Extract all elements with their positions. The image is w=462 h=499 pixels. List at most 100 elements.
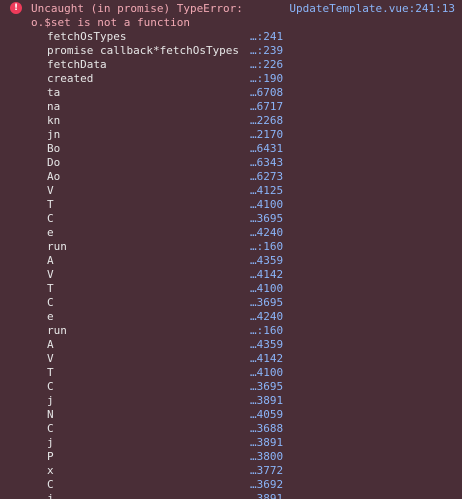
- stack-frame-location-link[interactable]: …:241: [250, 30, 283, 44]
- stack-frame-function: N: [47, 408, 54, 421]
- stack-frame-location-link[interactable]: …:160: [250, 240, 283, 254]
- stack-frame: T …4100: [0, 198, 462, 212]
- stack-frame-function: V: [47, 352, 54, 365]
- stack-frame: A …4359: [0, 338, 462, 352]
- stack-frame: x …3772: [0, 464, 462, 478]
- stack-frame-location-link[interactable]: …3800: [250, 450, 283, 464]
- stack-frame-function: A: [47, 254, 54, 267]
- stack-frame: V …4125: [0, 184, 462, 198]
- stack-frame: Bo …6431: [0, 142, 462, 156]
- stack-frame-location-link[interactable]: …6708: [250, 86, 283, 100]
- stack-frame-function: C: [47, 422, 54, 435]
- stack-frame-function: run: [47, 324, 67, 337]
- stack-frame: e …4240: [0, 226, 462, 240]
- stack-frame-function: C: [47, 380, 54, 393]
- stack-frame: ta …6708: [0, 86, 462, 100]
- stack-frame-location-link[interactable]: …3695: [250, 380, 283, 394]
- stack-frame: C …3692: [0, 478, 462, 492]
- error-icon: !: [10, 2, 22, 14]
- stack-frame-function: fetchData: [47, 58, 107, 71]
- stack-frame-function: kn: [47, 114, 61, 127]
- stack-frame: created …:190: [0, 72, 462, 86]
- stack-frame: N …4059: [0, 408, 462, 422]
- stack-frame-location-link[interactable]: …4100: [250, 282, 283, 296]
- stack-frame-location-link[interactable]: …6343: [250, 156, 283, 170]
- stack-frame-location-link[interactable]: …6273: [250, 170, 283, 184]
- stack-frame-location-link[interactable]: …:160: [250, 324, 283, 338]
- stack-frame: j …3891: [0, 394, 462, 408]
- stack-frame-location-link[interactable]: …3891: [250, 492, 283, 499]
- stack-frame-location-link[interactable]: …4240: [250, 310, 283, 324]
- stack-frame-location-link[interactable]: …2170: [250, 128, 283, 142]
- stack-frame-location-link[interactable]: …3688: [250, 422, 283, 436]
- stack-frame-location-link[interactable]: …3891: [250, 436, 283, 450]
- error-message-detail: o.$set is not a function: [31, 16, 190, 29]
- stack-frame: j …3891: [0, 436, 462, 450]
- stack-frame-function: T: [47, 366, 54, 379]
- stack-frame-location-link[interactable]: …4059: [250, 408, 283, 422]
- stack-frame: na …6717: [0, 100, 462, 114]
- stack-frame: C …3688: [0, 422, 462, 436]
- stack-frame: run …:160: [0, 240, 462, 254]
- stack-frame-function: T: [47, 198, 54, 211]
- stack-trace: fetchOsTypes …:241 promise callback*fetchO…: [0, 30, 462, 499]
- stack-frame: run …:160: [0, 324, 462, 338]
- stack-frame: V …4142: [0, 268, 462, 282]
- stack-frame-function: T: [47, 282, 54, 295]
- stack-frame-location-link[interactable]: …:226: [250, 58, 283, 72]
- error-message: Uncaught (in promise) TypeError:: [31, 2, 243, 15]
- stack-frame-function: Ao: [47, 170, 61, 183]
- stack-frame: kn …2268: [0, 114, 462, 128]
- stack-frame-location-link[interactable]: …3695: [250, 212, 283, 226]
- stack-frame-function: V: [47, 268, 54, 281]
- stack-frame-location-link[interactable]: …4359: [250, 254, 283, 268]
- stack-frame: T …4100: [0, 282, 462, 296]
- stack-frame-function: na: [47, 100, 61, 113]
- stack-frame-location-link[interactable]: …:190: [250, 72, 283, 86]
- stack-frame: T …4100: [0, 366, 462, 380]
- stack-frame-location-link[interactable]: …4125: [250, 184, 283, 198]
- stack-frame-function: e: [47, 310, 54, 323]
- stack-frame: fetchOsTypes …:241: [0, 30, 462, 44]
- stack-frame: C …3695: [0, 380, 462, 394]
- stack-frame-function: j: [47, 492, 54, 499]
- stack-frame-function: C: [47, 212, 54, 225]
- stack-frame-location-link[interactable]: …3695: [250, 296, 283, 310]
- console-error-entry: ! Uncaught (in promise) TypeError: o.$se…: [0, 0, 462, 499]
- stack-frame-function: C: [47, 296, 54, 309]
- stack-frame: A …4359: [0, 254, 462, 268]
- stack-frame-function: run: [47, 240, 67, 253]
- stack-frame: Ao …6273: [0, 170, 462, 184]
- stack-frame: Do …6343: [0, 156, 462, 170]
- stack-frame-function: A: [47, 338, 54, 351]
- stack-frame: V …4142: [0, 352, 462, 366]
- stack-frame-location-link[interactable]: …3891: [250, 394, 283, 408]
- stack-frame-location-link[interactable]: …3692: [250, 478, 283, 492]
- stack-frame: jn …2170: [0, 128, 462, 142]
- stack-frame-location-link[interactable]: …6431: [250, 142, 283, 156]
- stack-frame-function: j: [47, 394, 54, 407]
- stack-frame-location-link[interactable]: …4240: [250, 226, 283, 240]
- stack-frame-function: e: [47, 226, 54, 239]
- stack-frame-location-link[interactable]: …4100: [250, 198, 283, 212]
- stack-frame-function: V: [47, 184, 54, 197]
- stack-frame-location-link[interactable]: …:239: [250, 44, 283, 58]
- stack-frame-function: x: [47, 464, 54, 477]
- stack-frame-function: j: [47, 436, 54, 449]
- stack-frame-function: Bo: [47, 142, 61, 155]
- stack-frame: j …3891: [0, 492, 462, 499]
- stack-frame: e …4240: [0, 310, 462, 324]
- stack-frame-location-link[interactable]: …2268: [250, 114, 283, 128]
- stack-frame: promise callback*fetchOsTypes …:239: [0, 44, 462, 58]
- stack-frame-function: ta: [47, 86, 61, 99]
- stack-frame-location-link[interactable]: …4142: [250, 268, 283, 282]
- stack-frame: C …3695: [0, 296, 462, 310]
- stack-frame-location-link[interactable]: …4100: [250, 366, 283, 380]
- stack-frame-location-link[interactable]: …6717: [250, 100, 283, 114]
- stack-frame-function: Do: [47, 156, 61, 169]
- stack-frame-function: P: [47, 450, 54, 463]
- stack-frame-location-link[interactable]: …4142: [250, 352, 283, 366]
- error-source-link[interactable]: UpdateTemplate.vue:241:13: [289, 2, 455, 16]
- stack-frame-location-link[interactable]: …4359: [250, 338, 283, 352]
- stack-frame-location-link[interactable]: …3772: [250, 464, 283, 478]
